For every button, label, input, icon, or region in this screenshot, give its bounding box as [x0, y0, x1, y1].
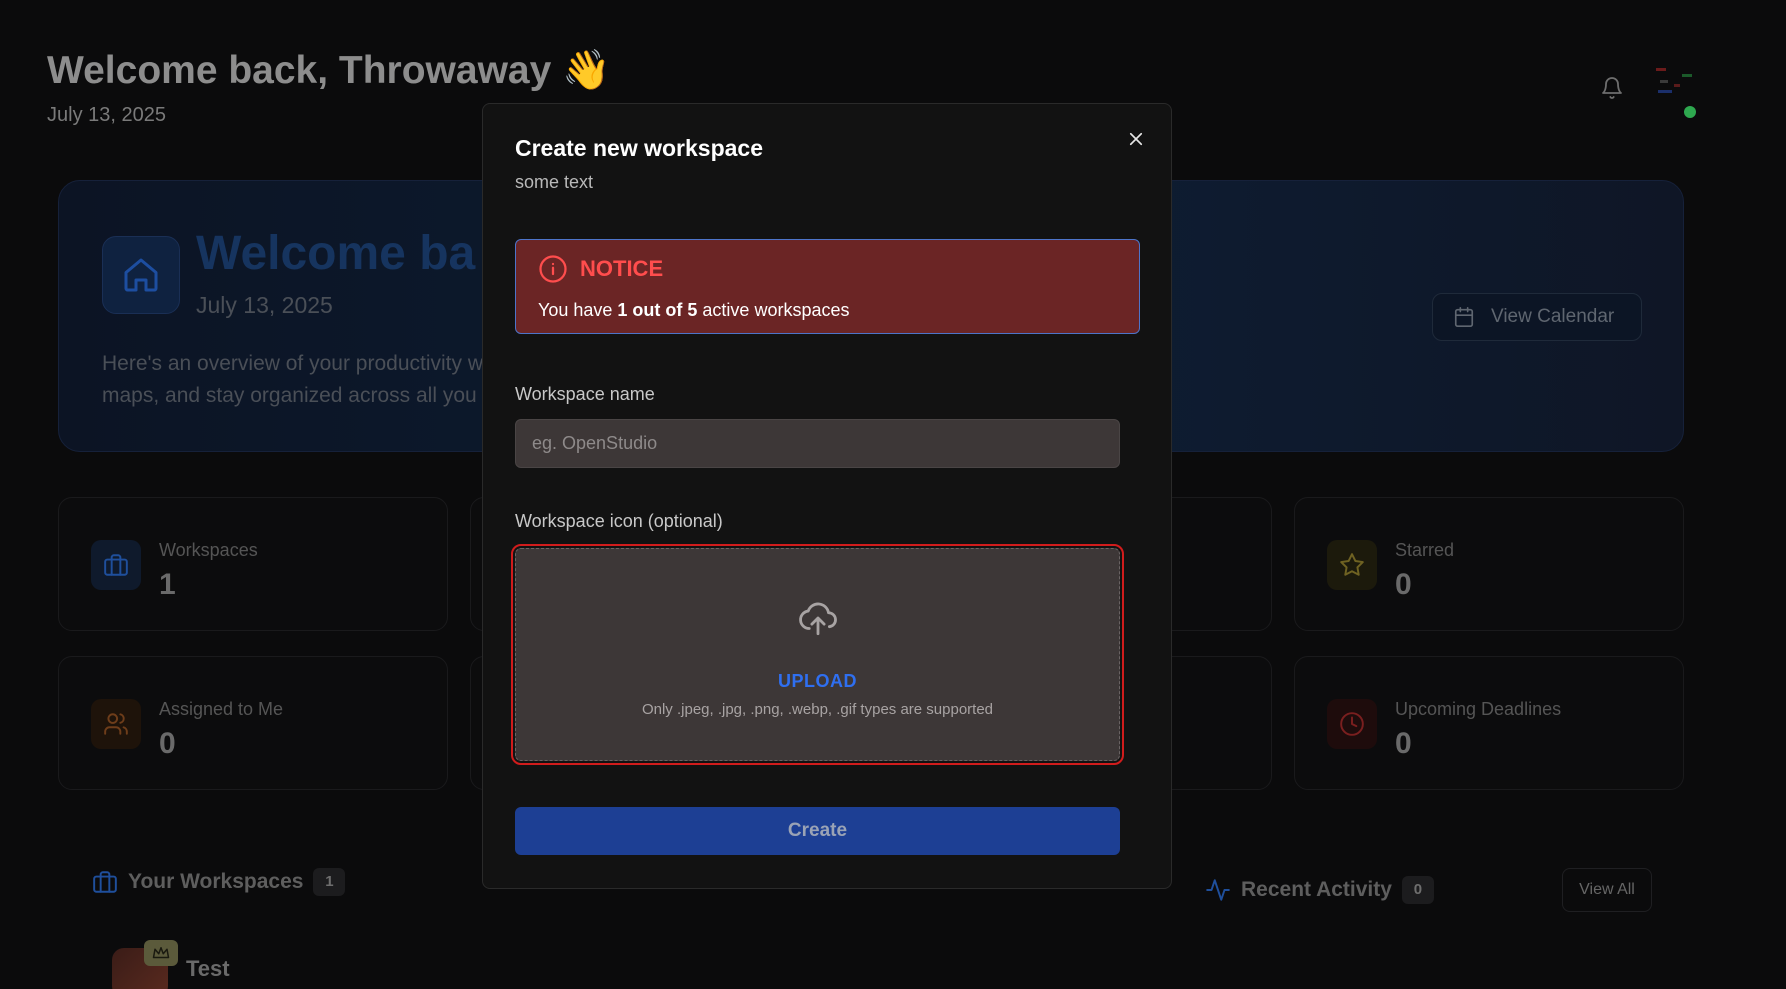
notice-banner: NOTICE You have 1 out of 5 active worksp… — [515, 239, 1140, 334]
count-badge: 1 — [313, 868, 346, 896]
stat-card-hidden — [1156, 497, 1272, 631]
bell-icon[interactable] — [1600, 76, 1624, 100]
notice-text-suffix: active workspaces — [697, 300, 850, 320]
stat-label: Assigned to Me — [159, 699, 284, 719]
workspace-name-input[interactable] — [515, 419, 1120, 468]
workspace-name-label: Workspace name — [515, 384, 655, 404]
hero-description-line: maps, and stay organized across all you — [102, 384, 477, 407]
clock-icon — [1327, 699, 1377, 749]
hero-description-line: Here's an overview of your productivity … — [102, 352, 483, 375]
cloud-upload-icon — [797, 597, 839, 639]
notice-text-prefix: You have — [538, 300, 618, 320]
stat-card-deadlines[interactable]: Upcoming Deadlines 0 — [1294, 656, 1684, 790]
star-icon — [1327, 540, 1377, 590]
hero-title: Welcome ba — [196, 227, 476, 280]
greeting-title: Welcome back, Throwaway 👋 — [47, 49, 611, 92]
info-icon — [539, 255, 567, 283]
crown-icon — [144, 940, 178, 966]
hero-date: July 13, 2025 — [196, 292, 333, 318]
view-calendar-label: View Calendar — [1491, 306, 1615, 327]
users-icon — [91, 699, 141, 749]
stat-label: Upcoming Deadlines — [1395, 699, 1562, 719]
stat-value: 0 — [1395, 568, 1412, 601]
notice-heading: NOTICE — [580, 256, 664, 281]
hero-description: Here's an overview of your productivity … — [102, 348, 502, 412]
recent-activity-heading: Recent Activity 0 — [1205, 876, 1434, 904]
modal-subtitle: some text — [515, 172, 594, 192]
view-calendar-button[interactable]: View Calendar — [1432, 293, 1642, 341]
stat-value: 0 — [159, 727, 176, 760]
upload-hint: Only .jpeg, .jpg, .png, .webp, .gif type… — [641, 701, 994, 718]
notice-heading-row: NOTICE — [538, 254, 663, 284]
modal-title: Create new workspace — [515, 135, 764, 161]
briefcase-icon — [93, 871, 117, 893]
notice-text: You have 1 out of 5 active workspaces — [538, 300, 849, 321]
your-workspaces-heading: Your Workspaces 1 — [92, 868, 346, 896]
online-status-dot — [1684, 106, 1696, 118]
close-icon — [1129, 132, 1143, 146]
create-workspace-modal: Create new workspace some text NOTICE Yo… — [482, 103, 1172, 889]
create-button[interactable]: Create — [515, 807, 1120, 855]
briefcase-icon — [91, 540, 141, 590]
home-icon — [102, 236, 180, 314]
stat-label: Starred — [1395, 540, 1455, 560]
calendar-icon — [1454, 307, 1474, 327]
upload-dropzone[interactable]: UPLOAD Only .jpeg, .jpg, .png, .webp, .g… — [511, 544, 1124, 765]
stat-card-hidden — [1156, 656, 1272, 790]
section-title: Your Workspaces — [128, 870, 304, 893]
stat-value: 0 — [1395, 727, 1412, 760]
close-button[interactable] — [1123, 126, 1149, 152]
stat-card-workspaces[interactable]: Workspaces 1 — [58, 497, 448, 631]
workspace-name[interactable]: Test — [186, 956, 230, 982]
stat-label: Workspaces — [159, 540, 258, 560]
count-badge: 0 — [1401, 876, 1434, 904]
notice-text-count: 1 out of 5 — [617, 300, 698, 320]
view-all-button[interactable]: View All — [1562, 868, 1652, 912]
stat-card-assigned[interactable]: Assigned to Me 0 — [58, 656, 448, 790]
section-title: Recent Activity — [1241, 878, 1392, 901]
workspace-icon-label: Workspace icon (optional) — [515, 511, 723, 531]
stat-card-starred[interactable]: Starred 0 — [1294, 497, 1684, 631]
upload-label[interactable]: UPLOAD — [516, 671, 1119, 692]
stat-value: 1 — [159, 568, 176, 601]
activity-icon — [1206, 879, 1230, 901]
greeting-date: July 13, 2025 — [47, 104, 166, 126]
